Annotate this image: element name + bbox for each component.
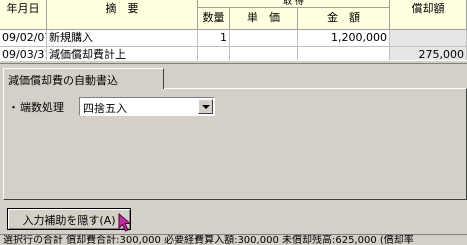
cell-qty[interactable]: [198, 47, 230, 60]
cell-amount[interactable]: 1,200,000: [298, 30, 390, 47]
hide-input-assist-button[interactable]: 入力補助を隠す(A): [7, 208, 131, 230]
header-date: 年月日: [0, 0, 47, 30]
mouse-cursor-icon: [118, 213, 132, 232]
rounding-select-value: 四捨五入: [83, 102, 127, 115]
header-depreciation: 償却額: [390, 0, 467, 30]
tab-auto-depreciation[interactable]: 減価償却費の自動書込: [3, 68, 164, 89]
cell-unit-price[interactable]: [230, 30, 298, 47]
header-acquisition-group: 取 得: [198, 0, 390, 8]
cell-description[interactable]: 減価償却費計上: [47, 47, 198, 60]
header-unit-price: 単 価: [230, 8, 298, 30]
cell-date[interactable]: 09/03/31: [0, 47, 47, 60]
rounding-select[interactable]: 四捨五入: [79, 97, 215, 116]
cell-depreciation[interactable]: 275,000: [390, 47, 467, 60]
cell-depreciation[interactable]: [390, 30, 467, 47]
splitter[interactable]: [0, 60, 467, 64]
cell-amount[interactable]: [298, 47, 390, 60]
rounding-label: 端数処理: [20, 101, 64, 114]
dropdown-button[interactable]: [198, 99, 213, 114]
cell-date[interactable]: 09/02/07: [0, 30, 47, 47]
status-bar: 選択行の合計 償却費合計:300,000 必要経費算入額:300,000 未償却…: [0, 234, 467, 245]
cell-description[interactable]: 新規購入: [47, 30, 198, 47]
bullet-dot: ・: [8, 101, 19, 114]
header-amount: 金 額: [298, 8, 390, 30]
chevron-down-icon: [202, 105, 210, 109]
tab-panel: [3, 88, 467, 200]
ledger-grid[interactable]: 年月日 摘 要 取 得 償却額 数量 単 価 金 額 09/02/07 新規購入…: [0, 0, 467, 60]
cell-unit-price[interactable]: [230, 47, 298, 60]
cell-qty[interactable]: 1: [198, 30, 230, 47]
header-description: 摘 要: [47, 0, 198, 30]
header-qty: 数量: [198, 8, 230, 30]
